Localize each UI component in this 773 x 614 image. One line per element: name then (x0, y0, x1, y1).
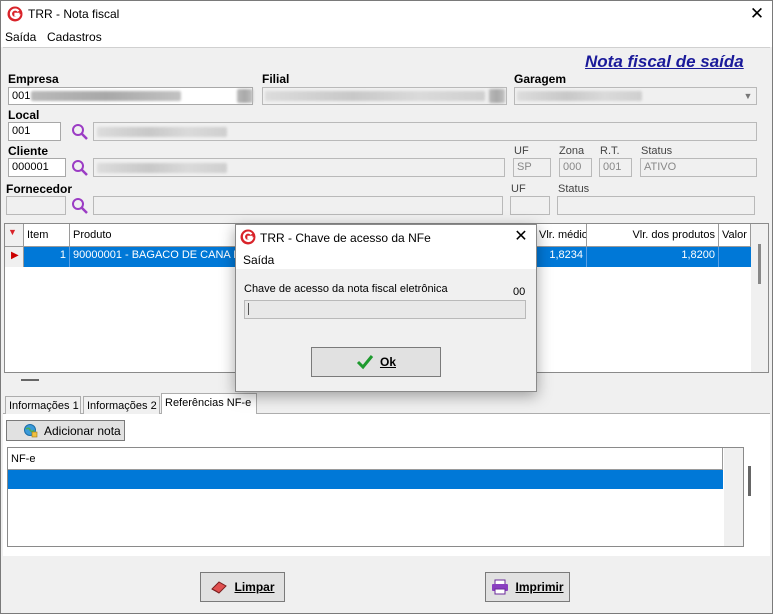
cliente-label: Cliente (8, 144, 49, 158)
items-scroll-thumb[interactable] (758, 244, 761, 284)
fornecedor-status-field (557, 196, 755, 215)
page-title: Nota fiscal de saída (585, 52, 744, 71)
limpar-label: Limpar (234, 580, 275, 594)
cliente-zona-label: Zona (559, 145, 585, 157)
empresa-name-redacted (31, 91, 181, 101)
dialog-logo-icon (240, 229, 256, 245)
nfe-selected-row[interactable] (8, 470, 723, 489)
cliente-rt: 001 (603, 161, 622, 173)
local-code-field[interactable]: 001 (8, 122, 61, 141)
fornecedor-uf-label: UF (511, 183, 526, 195)
local-label: Local (8, 108, 40, 122)
garagem-name-redacted (517, 91, 642, 101)
cliente-status: ATIVO (644, 161, 677, 173)
dialog-char-counter: 00 (513, 286, 526, 298)
menu-bar: Saída Cadastros (1, 29, 772, 47)
tab-referencias-nfe[interactable]: Referências NF-e (161, 393, 257, 414)
dialog-field-label: Chave de acesso da nota fiscal eletrônic… (244, 283, 448, 295)
cliente-status-field: ATIVO (640, 158, 757, 177)
cliente-code: 000001 (12, 161, 49, 173)
app-logo-icon (7, 6, 23, 22)
cliente-code-field[interactable]: 000001 (8, 158, 66, 177)
dialog-close-icon[interactable]: ✕ (512, 227, 530, 247)
cliente-rt-label: R.T. (600, 145, 620, 157)
fornecedor-status-label: Status (558, 183, 590, 195)
grid-col-valor[interactable]: Valor (719, 224, 751, 247)
cliente-search-icon[interactable] (71, 159, 89, 177)
sort-down-icon: ▼ (8, 227, 17, 237)
fornecedor-search-icon[interactable] (71, 197, 89, 215)
tab-informacoes-2[interactable]: Informações 2 (83, 396, 160, 414)
grid-col-vlr-medio[interactable]: Vlr. médio (536, 224, 587, 247)
garagem-label: Garagem (514, 72, 567, 86)
window-title: TRR - Nota fiscal (28, 7, 120, 21)
add-note-button[interactable]: Adicionar nota (6, 420, 125, 441)
ok-button[interactable]: Ok (311, 347, 441, 377)
nfe-scrollbar[interactable] (724, 448, 751, 546)
menu-saida[interactable]: Saída (5, 30, 36, 44)
row-vlr-produtos[interactable]: 1,8200 (587, 247, 719, 267)
filial-name-redacted (265, 91, 485, 101)
filial-dropdown-redacted (489, 89, 505, 103)
local-search-icon[interactable] (71, 123, 89, 141)
row-indicator[interactable]: ▶ (5, 247, 24, 267)
text-cursor (248, 303, 249, 316)
cliente-uf-label: UF (514, 145, 529, 157)
filial-label: Filial (262, 72, 290, 86)
fornecedor-label: Fornecedor (6, 182, 73, 196)
ok-label: Ok (379, 355, 396, 369)
items-scrollbar[interactable] (751, 224, 768, 372)
nfe-grid-col[interactable]: NF-e (8, 448, 723, 470)
imprimir-button[interactable]: Imprimir (485, 572, 570, 602)
dialog-title-bar: TRR - Chave de acesso da NFe ✕ (236, 225, 536, 249)
cliente-uf: SP (517, 161, 532, 173)
row-pointer-icon: ▶ (11, 250, 19, 261)
checkmark-icon (356, 355, 374, 370)
local-code: 001 (12, 125, 31, 137)
title-bar: TRR - Nota fiscal ✕ (1, 1, 772, 29)
fornecedor-uf-field (510, 196, 550, 215)
grid-col-vlr-produtos[interactable]: Vlr. dos produtos (587, 224, 719, 247)
tab-informacoes-1[interactable]: Informações 1 (5, 396, 81, 414)
nfe-scroll-thumb[interactable] (748, 466, 751, 496)
printer-icon (492, 579, 509, 595)
splitter-handle[interactable] (21, 379, 39, 381)
eraser-icon (211, 581, 228, 594)
row-vlr-medio[interactable]: 1,8234 (536, 247, 587, 267)
menu-cadastros[interactable]: Cadastros (47, 30, 102, 44)
cliente-zona-field: 000 (559, 158, 592, 177)
local-name-redacted (97, 127, 227, 137)
grid-col-item[interactable]: Item (24, 224, 70, 247)
dialog-menu-bar: Saída (236, 249, 536, 269)
grid-row-indicator-header[interactable]: ▼ (5, 224, 24, 247)
dialog-menu-saida[interactable]: Saída (243, 253, 274, 267)
chave-acesso-input[interactable] (244, 300, 526, 319)
cliente-name-redacted (97, 163, 227, 173)
grid-col-produto[interactable]: Produto (70, 224, 236, 247)
limpar-button[interactable]: Limpar (200, 572, 285, 602)
row-produto[interactable]: 90000001 - BAGACO DE CANA D (70, 247, 236, 267)
cliente-uf-field: SP (513, 158, 551, 177)
chave-acesso-dialog: TRR - Chave de acesso da NFe ✕ Saída Cha… (235, 224, 537, 392)
cliente-status-label: Status (641, 145, 673, 157)
cliente-zona: 000 (563, 161, 582, 173)
chevron-down-icon[interactable]: ▼ (740, 88, 756, 104)
close-icon[interactable]: ✕ (749, 4, 765, 24)
dialog-title: TRR - Chave de acesso da NFe (260, 231, 431, 245)
empresa-label: Empresa (8, 72, 59, 86)
fornecedor-name-field (93, 196, 503, 215)
add-note-label: Adicionar nota (44, 423, 121, 438)
imprimir-label: Imprimir (515, 580, 564, 594)
cliente-rt-field: 001 (599, 158, 632, 177)
empresa-dropdown-redacted (237, 89, 253, 103)
add-note-icon (24, 424, 38, 438)
fornecedor-code-field[interactable] (6, 196, 66, 215)
row-item[interactable]: 1 (24, 247, 70, 267)
row-valor[interactable] (719, 247, 751, 267)
empresa-code: 001 (12, 90, 31, 102)
